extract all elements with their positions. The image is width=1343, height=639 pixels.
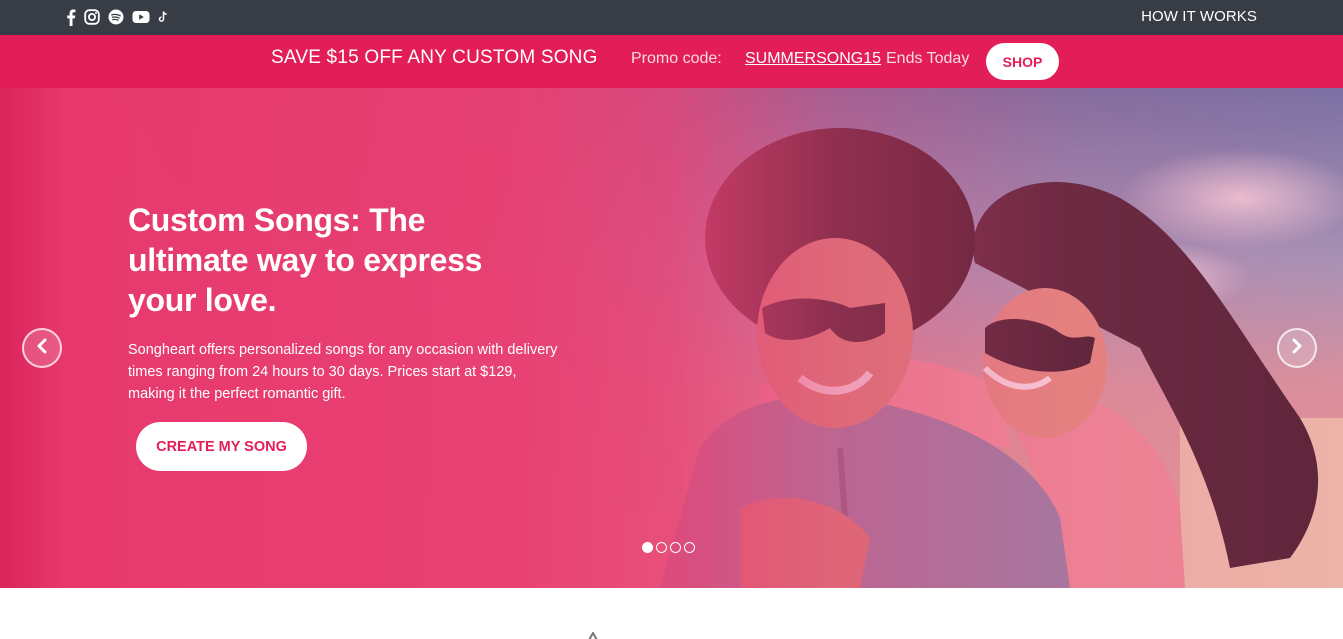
carousel-dot-4[interactable] xyxy=(684,542,695,553)
carousel-pagination xyxy=(642,542,695,553)
how-it-works-link[interactable]: HOW IT WORKS xyxy=(1141,8,1257,25)
promo-headline: SAVE $15 OFF ANY CUSTOM SONG xyxy=(271,47,598,68)
promo-code-link[interactable]: SUMMERSONG15 xyxy=(745,50,881,68)
tiktok-icon[interactable] xyxy=(158,8,168,26)
chevron-right-icon xyxy=(1290,338,1304,359)
carousel-prev-button[interactable] xyxy=(22,328,62,368)
facebook-icon[interactable] xyxy=(66,8,76,26)
shop-button[interactable]: SHOP xyxy=(986,43,1059,80)
carousel-dot-2[interactable] xyxy=(656,542,667,553)
create-my-song-button[interactable]: CREATE MY SONG xyxy=(136,422,307,471)
promo-code-label: Promo code: xyxy=(631,50,722,67)
carousel-dot-3[interactable] xyxy=(670,542,681,553)
youtube-icon[interactable] xyxy=(132,8,150,26)
promo-banner: SAVE $15 OFF ANY CUSTOM SONG Promo code:… xyxy=(0,35,1343,88)
hero-carousel: Custom Songs: The ultimate way to expres… xyxy=(0,88,1343,588)
content-section xyxy=(0,588,1343,639)
carousel-dot-1[interactable] xyxy=(642,542,653,553)
hero-photo xyxy=(0,88,1343,588)
top-bar: HOW IT WORKS xyxy=(0,0,1343,35)
instagram-icon[interactable] xyxy=(84,8,100,26)
spotify-icon[interactable] xyxy=(108,8,124,26)
chevron-left-icon xyxy=(35,338,49,359)
carousel-next-button[interactable] xyxy=(1277,328,1317,368)
promo-ends-text: Ends Today xyxy=(886,50,970,67)
social-links xyxy=(66,7,168,27)
hero-description: Songheart offers personalized songs for … xyxy=(128,342,558,402)
section-heading-fragment xyxy=(588,632,598,639)
hero-title: Custom Songs: The ultimate way to expres… xyxy=(128,202,483,318)
